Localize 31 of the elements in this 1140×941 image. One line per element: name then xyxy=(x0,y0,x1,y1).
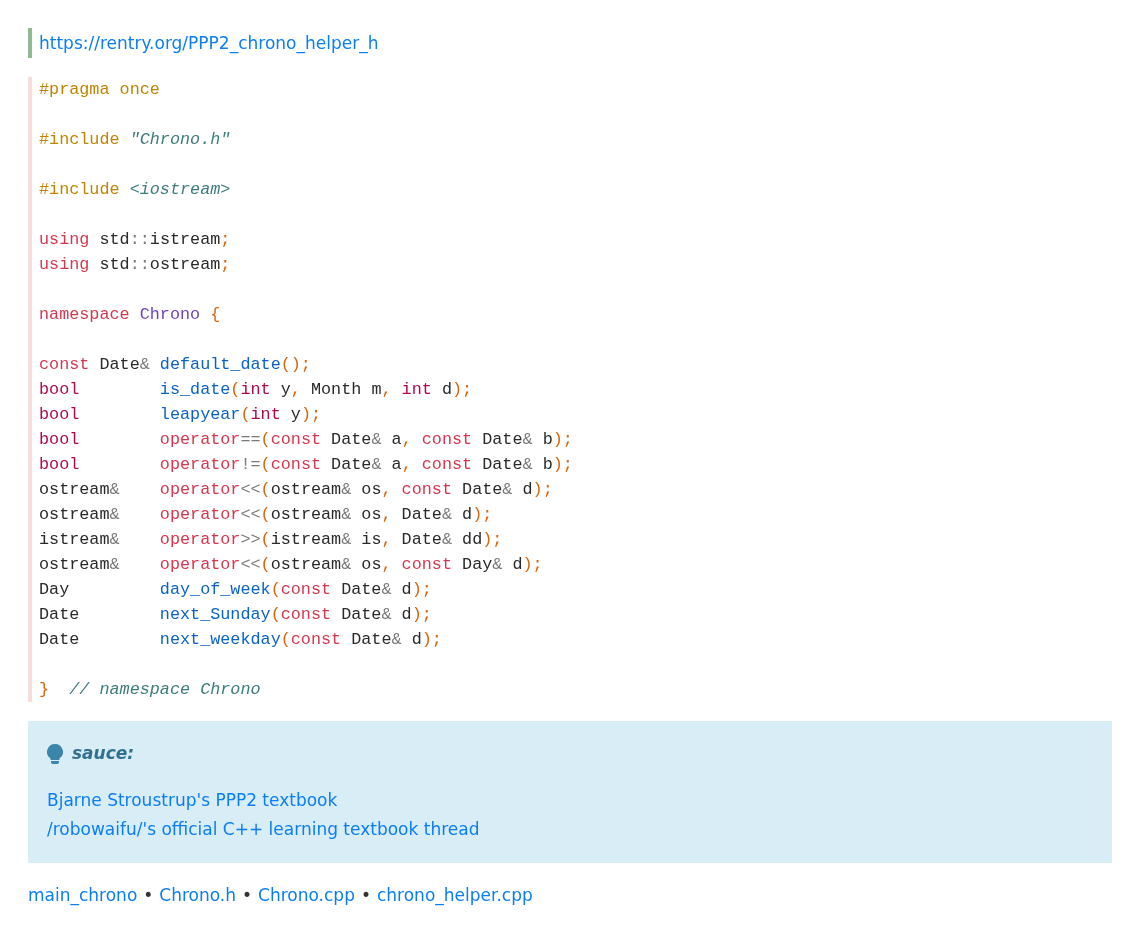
callout-link[interactable]: /robowaifu/'s official C++ learning textbook thread xyxy=(47,814,480,844)
code-line: ostream& operator<<(ostream& os, Date& d); xyxy=(39,504,493,526)
code-line: bool operator==(const Date& a, const Date& b); xyxy=(39,429,573,451)
code-line: #include "Chrono.h" xyxy=(39,129,231,151)
code-line: ostream& operator<<(ostream& os, const Date& d); xyxy=(39,479,553,501)
footer-link[interactable]: main_chrono xyxy=(28,880,138,909)
code-line: } // namespace Chrono xyxy=(39,679,261,701)
separator-dot: • xyxy=(242,883,253,907)
footer-link[interactable]: chrono_helper.cpp xyxy=(377,880,533,909)
code-line: bool operator!=(const Date& a, const Date& b); xyxy=(39,454,573,476)
code-line: bool is_date(int y, Month m, int d); xyxy=(39,379,473,401)
code-line: using std::ostream; xyxy=(39,254,231,276)
callout-title: sauce: xyxy=(72,742,135,765)
callout-link[interactable]: Bjarne Stroustrup's PPP2 textbook xyxy=(47,785,338,815)
footer-link[interactable]: Chrono.cpp xyxy=(258,880,355,909)
code-line: namespace Chrono { xyxy=(39,304,221,326)
code-line: Date next_weekday(const Date& d); xyxy=(39,629,442,651)
footer-link[interactable]: Chrono.h xyxy=(159,880,237,909)
code-line: istream& operator>>(istream& is, Date& dd); xyxy=(39,529,503,551)
separator-dot: • xyxy=(360,883,371,907)
code-line: ostream& operator<<(ostream& os, const Day& d); xyxy=(39,554,543,576)
code-line: Day day_of_week(const Date& d); xyxy=(39,579,432,601)
separator-dot: • xyxy=(143,883,154,907)
lightbulb-icon xyxy=(47,743,63,764)
code-line: #pragma once xyxy=(39,79,160,101)
code-line: #include <iostream> xyxy=(39,179,231,201)
source-link[interactable]: https://rentry.org/PPP2_chrono_helper_h xyxy=(39,33,379,53)
code-line: using std::istream; xyxy=(39,229,231,251)
code-line: bool leapyear(int y); xyxy=(39,404,322,426)
code-line: Date next_Sunday(const Date& d); xyxy=(39,604,432,626)
code-line: const Date& default_date(); xyxy=(39,354,311,376)
